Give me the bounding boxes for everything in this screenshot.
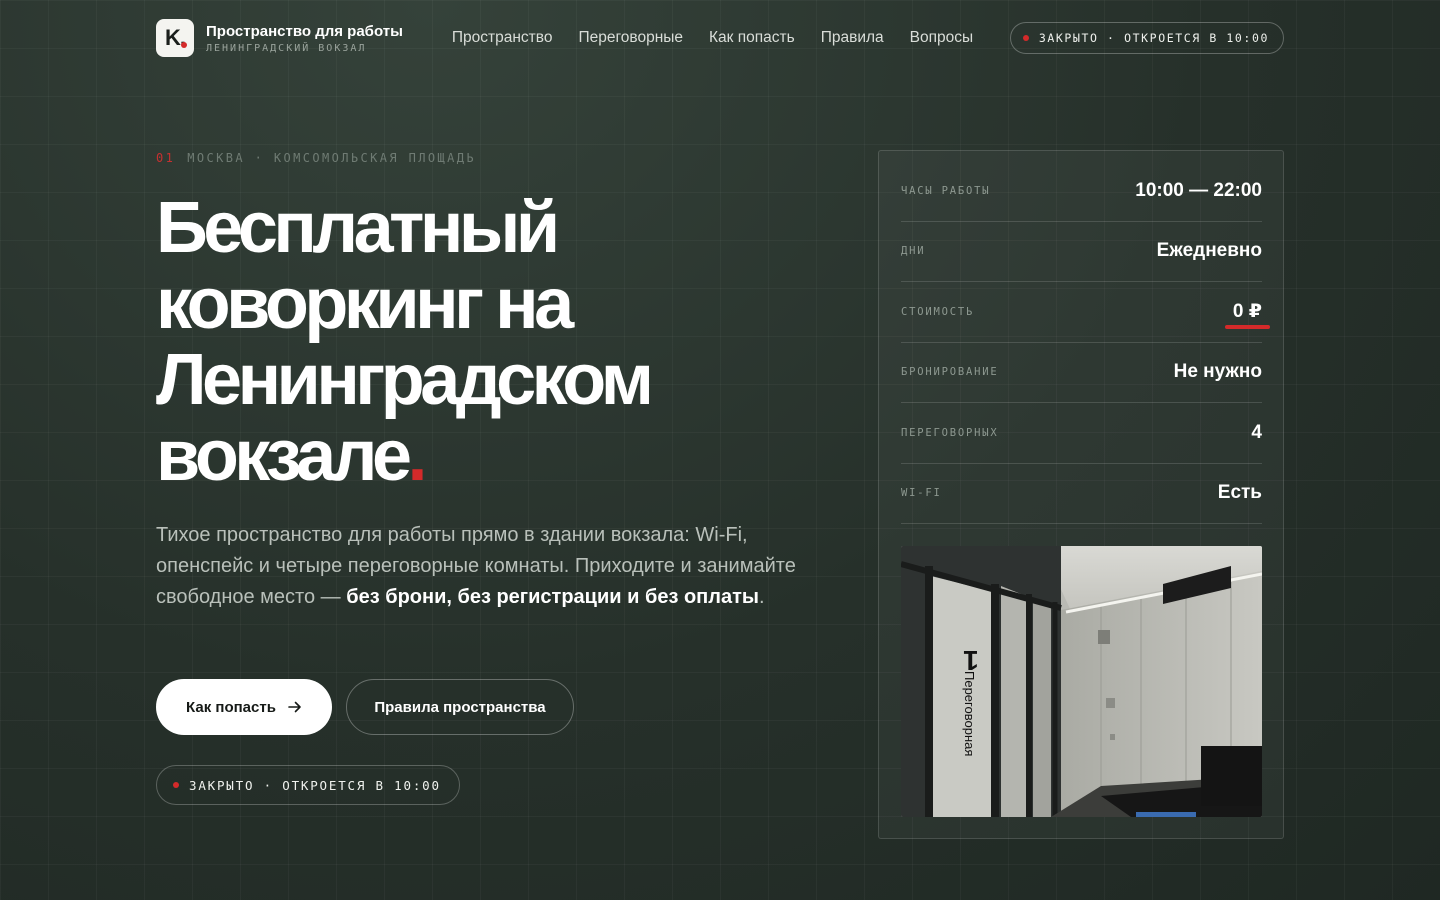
brand[interactable]: Пространство для работы ЛЕНИНГРАДСКИЙ ВО… — [206, 23, 403, 54]
info-value: 10:00 — 22:00 — [1135, 179, 1262, 201]
info-row-days: ДНИ Ежедневно — [901, 222, 1262, 282]
page-title: Бесплатный коворкинг на Ленинградском во… — [156, 190, 796, 494]
info-row-hours: ЧАСЫ РАБОТЫ 10:00 — 22:00 — [901, 161, 1262, 222]
title-line: вокзале — [156, 416, 412, 496]
header-status-badge: ЗАКРЫТО · ОТКРОЕТСЯ В 10:00 — [1009, 22, 1284, 54]
meeting-room-illustration: 1 Переговорная — [901, 546, 1262, 817]
info-list: ЧАСЫ РАБОТЫ 10:00 — 22:00 ДНИ Ежедневно … — [901, 161, 1271, 524]
how-to-get-button[interactable]: Как попасть — [156, 679, 332, 735]
hero-status-text: ЗАКРЫТО · ОТКРОЕТСЯ В 10:00 — [189, 777, 441, 793]
hero-status-badge: ЗАКРЫТО · ОТКРОЕТСЯ В 10:00 — [156, 765, 460, 805]
how-to-get-label: Как попасть — [186, 698, 276, 716]
info-value: Есть — [1217, 482, 1262, 504]
info-label: WI-FI — [901, 487, 942, 500]
info-value: Ежедневно — [1156, 240, 1262, 262]
title-line: Бесплатный — [156, 188, 560, 268]
location-text: МОСКВА · КОМСОМОЛЬСКАЯ ПЛОЩАДЬ — [187, 151, 476, 165]
info-label: ЧАСЫ РАБОТЫ — [901, 184, 991, 197]
info-label: СТОИМОСТЬ — [901, 305, 975, 318]
info-value: Не нужно — [1173, 361, 1262, 383]
description-end: . — [758, 586, 765, 608]
space-rules-button[interactable]: Правила пространства — [346, 679, 574, 735]
description-emphasis: без брони, без регистрации и без оплаты — [346, 586, 759, 608]
meeting-room-photo: 1 Переговорная — [901, 546, 1262, 817]
title-line: коворкинг на — [156, 264, 574, 344]
info-row-booking: БРОНИРОВАНИЕ Не нужно — [901, 343, 1262, 403]
status-dot-icon — [1022, 35, 1029, 41]
hero-description: Тихое пространство для работы прямо в зд… — [156, 520, 796, 613]
nav-link-rules[interactable]: Правила — [821, 29, 884, 47]
status-dot-icon — [173, 782, 179, 788]
title-accent-dot: . — [407, 416, 428, 496]
info-value-price: 0 ₽ — [1224, 301, 1271, 330]
logo-dot — [181, 42, 187, 48]
nav-link-how-to-get[interactable]: Как попасть — [709, 29, 795, 47]
info-row-meeting-rooms: ПЕРЕГОВОРНЫХ 4 — [901, 403, 1262, 464]
main-nav: Пространство Переговорные Как попасть Пр… — [452, 29, 999, 47]
info-label: БРОНИРОВАНИЕ — [901, 366, 999, 379]
photo-sign-text: Переговорная — [962, 671, 977, 756]
section-number: 01 — [156, 151, 176, 165]
brand-title: Пространство для работы — [206, 22, 403, 40]
nav-link-faq[interactable]: Вопросы — [910, 29, 973, 47]
info-card: ЧАСЫ РАБОТЫ 10:00 — 22:00 ДНИ Ежедневно … — [878, 150, 1284, 839]
site-header: K. Пространство для работы ЛЕНИНГРАДСКИЙ… — [156, 18, 1284, 58]
arrow-right-icon — [288, 701, 301, 713]
nav-link-space[interactable]: Пространство — [452, 29, 553, 47]
title-line: Ленинградском — [156, 340, 654, 420]
info-value: 4 — [1251, 421, 1262, 443]
space-rules-label: Правила пространства — [374, 698, 546, 716]
location-eyebrow: 01 МОСКВА · КОМСОМОЛЬСКАЯ ПЛОЩАДЬ — [156, 151, 476, 165]
brand-subtitle: ЛЕНИНГРАДСКИЙ ВОКЗАЛ — [206, 42, 367, 54]
header-status-text: ЗАКРЫТО · ОТКРОЕТСЯ В 10:00 — [1038, 31, 1269, 45]
info-label: ДНИ — [901, 245, 926, 258]
info-label: ПЕРЕГОВОРНЫХ — [901, 426, 999, 439]
info-row-wifi: WI-FI Есть — [901, 464, 1262, 524]
logo[interactable]: K. — [156, 19, 194, 57]
nav-link-meeting-rooms[interactable]: Переговорные — [578, 29, 683, 47]
info-row-price: СТОИМОСТЬ 0 ₽ — [901, 282, 1271, 343]
